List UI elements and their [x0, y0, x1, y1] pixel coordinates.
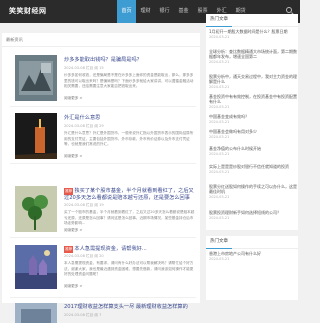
read-more-link[interactable]: 阅读更多 >: [64, 154, 83, 159]
sidebar-header: 热门文章: [206, 236, 298, 249]
sidebar-article-item[interactable]: 实际上是是是炒股对银行不信任就知道的投资 2024-03-21: [209, 164, 297, 174]
read-more-link[interactable]: 阅读更多 >: [64, 284, 83, 289]
article-title[interactable]: 推荐 本人急需提现资金，请帮我好...: [64, 246, 196, 253]
sidebar-article-item[interactable]: 中国基金会做吗有用对多少 2024-03-21: [209, 129, 297, 139]
article-thumbnail[interactable]: [15, 245, 57, 289]
sidebar-title: 热门文章: [206, 236, 232, 249]
search-icon[interactable]: [286, 7, 292, 13]
sidebar-article-item[interactable]: 全球分析：查比数据精通大市场统计面，第二期数据都年发布，增速全国第二 2024-…: [209, 49, 297, 64]
read-more-link[interactable]: 阅读更多 >: [64, 96, 83, 101]
divider: [2, 46, 200, 47]
sidebar-article-item[interactable]: 基金净值的公布什么时候开始 2024-03-21: [209, 146, 297, 156]
article-title[interactable]: 2017理财收益怎样算支头一尽 最新理财收益怎样算的: [64, 304, 196, 311]
sidebar-article-item[interactable]: 股票分析中，通天交易过程中，我对主力资金的理解是什么 2024-03-21: [209, 74, 297, 89]
article-title[interactable]: 推荐 独买了某个股市基金，半个月就看到看红了，之后又过20多天怎么看都说是赔本越亏…: [64, 188, 196, 202]
sidebar-article-item[interactable]: 基金投资中有有效控制，在投资基金中有投资配置有什么 2024-03-21: [209, 94, 297, 109]
sidebar-article-item[interactable]: 中国基金变成有效吗？ 2024-03-21: [209, 114, 297, 124]
sidebar-article-item[interactable]: 股票分红送股如何操作的手续之可以办什么，这是最佳时机 2024-03-21: [209, 184, 297, 199]
article-meta: 2024-03-08 栏目 阅 29: [64, 124, 104, 128]
article-summary: 炒多多如何收钱，还是骗局是不是在炒多多上面你的资金是能取出，那么，那多多里的钱可…: [64, 73, 194, 89]
article-summary: 买了一个股市的基金，半个月就看到看红了，之后又过20多天怎么看都说是赔本越亏还原…: [64, 210, 195, 226]
article-meta: 2024-03-08 栏目 阅 20: [64, 254, 104, 258]
sidebar-recent-articles: 热门文章 香港上市房地产公司有什么好 2024-03-21: [206, 236, 298, 300]
nav-item-bank[interactable]: 银行: [155, 0, 174, 23]
sidebar-header: 热门文章: [206, 14, 298, 27]
article-summary: 本人急需提现资金，有要求，请问有什么好办法可以帮我解决吗？请帮忙给个好方法，谢谢…: [64, 261, 194, 277]
sidebar-article-item[interactable]: 香港上市房地产公司有什么好 2024-03-21: [209, 251, 297, 261]
sidebar-article-item[interactable]: 股票投资理财新手如何选择短线的公司？ 2024-03-21: [209, 210, 297, 220]
read-more-link[interactable]: 阅读更多 >: [64, 228, 83, 233]
recommend-badge: 推荐: [64, 246, 74, 253]
article-meta: 2024-03-08 栏目 阅 15: [64, 66, 104, 70]
article-meta: 2024-03-08 栏目 阅 7: [64, 313, 102, 317]
divider: [10, 297, 196, 298]
nav-item-licai[interactable]: 理财: [136, 0, 155, 23]
divider: [10, 237, 196, 238]
divider: [10, 163, 196, 164]
recommend-badge: 推荐: [64, 188, 74, 195]
article-thumbnail[interactable]: [15, 303, 57, 323]
site-logo[interactable]: 笑笑财经网: [9, 6, 47, 16]
nav-item-home[interactable]: 首页: [117, 0, 137, 23]
breadcrumb: 最新资讯: [6, 37, 23, 42]
article-list: 最新资讯 炒多多能取出钱吗？是骗局是吗？ 2024-03-08 栏目 阅 15 …: [2, 33, 200, 323]
article-thumbnail[interactable]: [15, 113, 57, 159]
article-title[interactable]: 炒多多能取出钱吗？是骗局是吗？: [64, 57, 196, 64]
nav-item-fund[interactable]: 基金: [174, 0, 193, 23]
article-thumbnail[interactable]: [15, 55, 57, 101]
sidebar-hot-articles: 热门文章 1月初开一期股大数据时间是什么？股票日期 2024-03-21 全球分…: [206, 14, 298, 230]
article-meta: 2024-03-08 栏目 阅 19: [64, 203, 104, 207]
sidebar-title: 热门文章: [206, 14, 232, 27]
article-title[interactable]: 外汇是什么意思: [64, 115, 196, 122]
divider: [10, 106, 196, 107]
article-summary: 外汇是什么意思？外汇是外国货币，一般来说外汇指以外国货币表示的国际结算所用的支付…: [64, 131, 194, 147]
sidebar-article-item[interactable]: 1月初开一期股大数据时间是什么？股票日期 2024-03-21: [209, 29, 297, 39]
article-thumbnail[interactable]: [15, 186, 57, 232]
